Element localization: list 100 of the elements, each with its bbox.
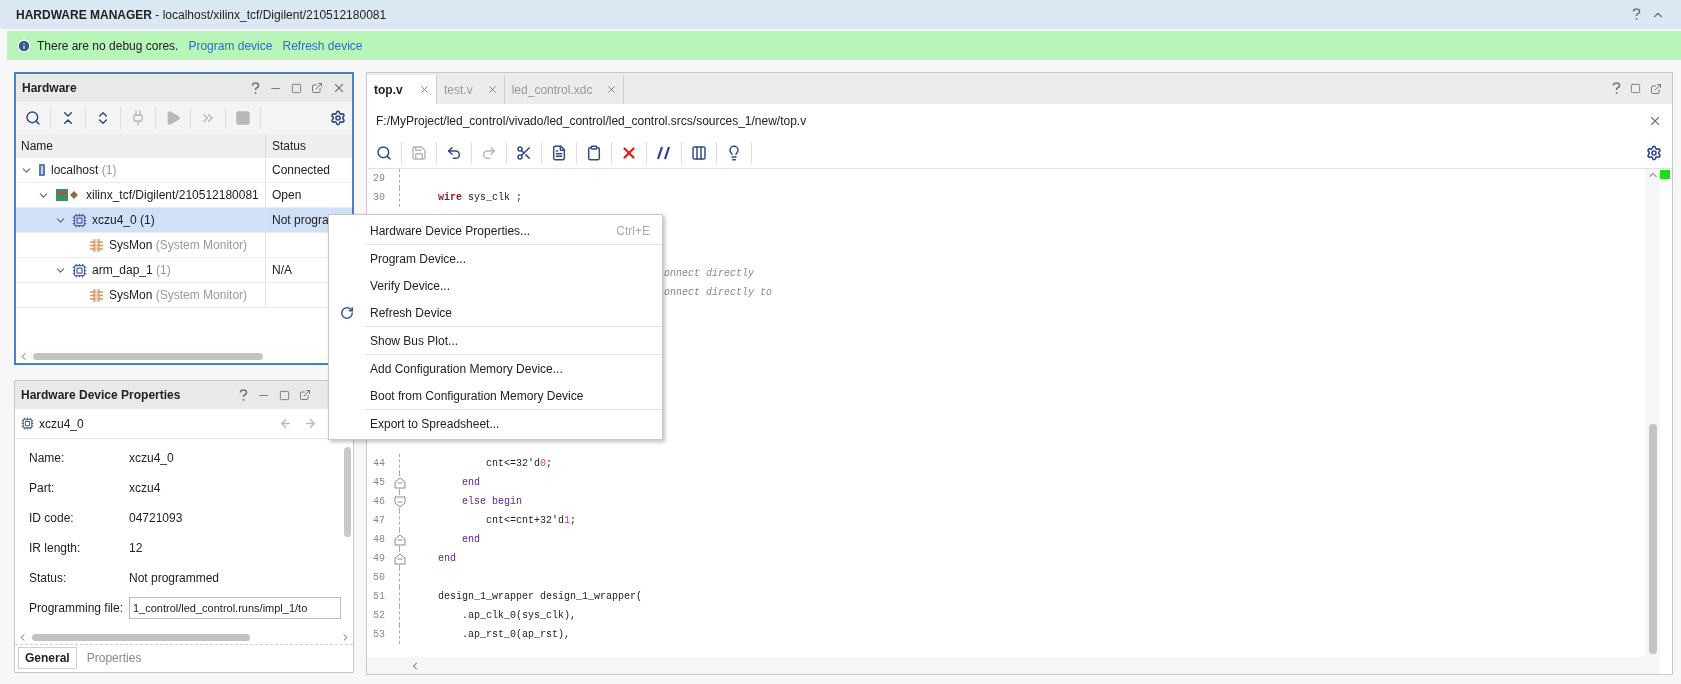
code-line: cnt<=32'd0; bbox=[485, 458, 553, 469]
forward-arrow-icon[interactable] bbox=[304, 417, 317, 430]
link[interactable]: Program device bbox=[188, 36, 273, 55]
tree-item-label: arm_dap_1 (1) bbox=[92, 262, 171, 279]
file-path: F:/MyProject/led_control/vivado/led_control/led_control.srcs/sources_1/new/top.v bbox=[376, 112, 807, 130]
paste-icon[interactable] bbox=[586, 144, 602, 161]
tree-row[interactable]: localhost (1) Connected bbox=[16, 158, 352, 183]
fold-marker-icon[interactable] bbox=[394, 533, 406, 546]
panel-title: Hardware Device Properties bbox=[21, 387, 181, 404]
status-text: Not progra bbox=[272, 212, 329, 229]
code-line: .ap_rst_0(ap_rst), bbox=[461, 629, 571, 640]
property-label: Programming file: bbox=[28, 600, 125, 617]
code-line: end bbox=[461, 534, 480, 545]
scissors-icon[interactable] bbox=[516, 144, 532, 161]
menu-item[interactable]: Export to Spreadsheet... bbox=[329, 410, 662, 437]
status-text: Open bbox=[272, 187, 302, 204]
code-line: end bbox=[437, 553, 456, 564]
link[interactable]: Refresh device bbox=[282, 36, 363, 55]
maximize-icon[interactable] bbox=[291, 82, 302, 94]
help-icon[interactable] bbox=[1632, 8, 1641, 21]
panel-title: Hardware bbox=[22, 80, 77, 97]
property-value: 12 bbox=[129, 540, 143, 557]
search-icon[interactable] bbox=[25, 110, 41, 126]
line-number: 49 bbox=[372, 552, 386, 566]
help-icon[interactable] bbox=[251, 81, 260, 95]
code-line: cnt<=cnt+32'd1; bbox=[485, 515, 577, 526]
chip-icon bbox=[72, 212, 87, 228]
back-arrow-icon[interactable] bbox=[279, 417, 292, 430]
property-value: 04721093 bbox=[129, 510, 183, 527]
close-tab-icon[interactable] bbox=[419, 84, 430, 95]
menu-item[interactable]: Add Configuration Memory Device... bbox=[329, 355, 662, 382]
change-marker bbox=[1660, 170, 1670, 179]
code-line: design_1_wrapper design_1_wrapper( bbox=[437, 591, 643, 602]
close-tab-icon[interactable] bbox=[486, 84, 498, 95]
lightbulb-icon[interactable] bbox=[726, 144, 742, 161]
code-line: end bbox=[461, 477, 480, 488]
line-number: 44 bbox=[372, 457, 386, 471]
code-line: else begin bbox=[461, 496, 523, 507]
menu-item[interactable]: Show Bus Plot... bbox=[329, 327, 662, 354]
help-icon[interactable] bbox=[239, 388, 248, 402]
sensor-icon bbox=[89, 287, 104, 303]
property-label: IR length: bbox=[28, 540, 82, 557]
line-number: 29 bbox=[372, 172, 386, 186]
programming-file-field[interactable]: 1_control/led_control.runs/impl_1/to bbox=[129, 597, 341, 619]
tree-item-label: SysMon (System Monitor) bbox=[109, 237, 248, 254]
close-icon[interactable] bbox=[332, 81, 346, 95]
fold-marker-icon[interactable] bbox=[394, 476, 406, 489]
file-tab[interactable]: top.v bbox=[367, 75, 437, 104]
column-header[interactable]: Status bbox=[266, 134, 352, 158]
chip-icon bbox=[72, 262, 87, 278]
vertical-scrollbar[interactable] bbox=[343, 447, 351, 537]
menu-item[interactable]: Boot from Configuration Memory Device bbox=[329, 382, 662, 409]
line-number: 53 bbox=[372, 628, 386, 642]
property-label: Name: bbox=[28, 450, 66, 467]
float-icon[interactable] bbox=[1650, 82, 1662, 95]
line-number: 50 bbox=[372, 571, 386, 585]
maximize-icon[interactable] bbox=[279, 389, 290, 401]
tree-item-label: xilinx_tcf/Digilent/210512180081 bbox=[86, 187, 259, 204]
close-tab-icon[interactable] bbox=[606, 84, 618, 95]
code-line: wire sys_clk ; bbox=[437, 192, 523, 203]
columns-icon[interactable] bbox=[691, 144, 707, 161]
fold-marker-icon[interactable] bbox=[394, 495, 406, 508]
line-number: 52 bbox=[372, 609, 386, 623]
settings-icon[interactable] bbox=[330, 110, 346, 126]
property-label: Part: bbox=[28, 480, 56, 497]
property-value: xczu4_0 bbox=[129, 450, 174, 467]
status-text: N/A bbox=[272, 262, 292, 279]
horizontal-scrollbar[interactable] bbox=[32, 633, 250, 641]
scrollbar-thumb[interactable] bbox=[1648, 424, 1657, 654]
comment-text: onnect directly bbox=[664, 267, 754, 281]
line-number: 47 bbox=[372, 514, 386, 528]
fold-marker-icon[interactable] bbox=[394, 552, 406, 565]
line-number: 48 bbox=[372, 533, 386, 547]
code-line: .ap_clk_0(sys_clk), bbox=[461, 610, 577, 621]
server-icon bbox=[38, 163, 46, 177]
search-icon[interactable] bbox=[376, 144, 392, 161]
tree-row[interactable]: xilinx_tcf/Digilent/210512180081 Open bbox=[16, 183, 352, 208]
maximize-icon[interactable] bbox=[1630, 83, 1641, 94]
copy-icon[interactable] bbox=[551, 144, 567, 161]
property-label: ID code: bbox=[28, 510, 75, 527]
settings-icon[interactable] bbox=[1646, 144, 1662, 161]
tree-item-label: localhost (1) bbox=[51, 162, 117, 179]
tab[interactable]: General bbox=[18, 647, 77, 669]
float-icon[interactable] bbox=[311, 82, 323, 94]
horizontal-scrollbar[interactable] bbox=[33, 352, 263, 360]
board-icon bbox=[55, 188, 81, 202]
line-number: 45 bbox=[372, 476, 386, 490]
property-value: xczu4 bbox=[129, 480, 161, 497]
chip-icon bbox=[21, 417, 34, 430]
tree-row[interactable]: xczu4_0 (1) Not progra bbox=[16, 208, 352, 233]
window-title: HARDWARE MANAGER - localhost/xilinx_tcf/Digilent/210512180081 bbox=[16, 6, 387, 24]
float-icon[interactable] bbox=[299, 389, 311, 401]
vertical-scrollbar[interactable] bbox=[1645, 169, 1660, 674]
help-icon[interactable] bbox=[1612, 82, 1621, 95]
line-number: 30 bbox=[372, 191, 386, 205]
info-icon bbox=[17, 38, 31, 53]
tree-item-label: xczu4_0 (1) bbox=[92, 212, 155, 229]
undo-icon[interactable] bbox=[446, 144, 462, 161]
tab[interactable]: Properties bbox=[80, 647, 148, 669]
comment-slashes-icon[interactable] bbox=[657, 144, 671, 161]
